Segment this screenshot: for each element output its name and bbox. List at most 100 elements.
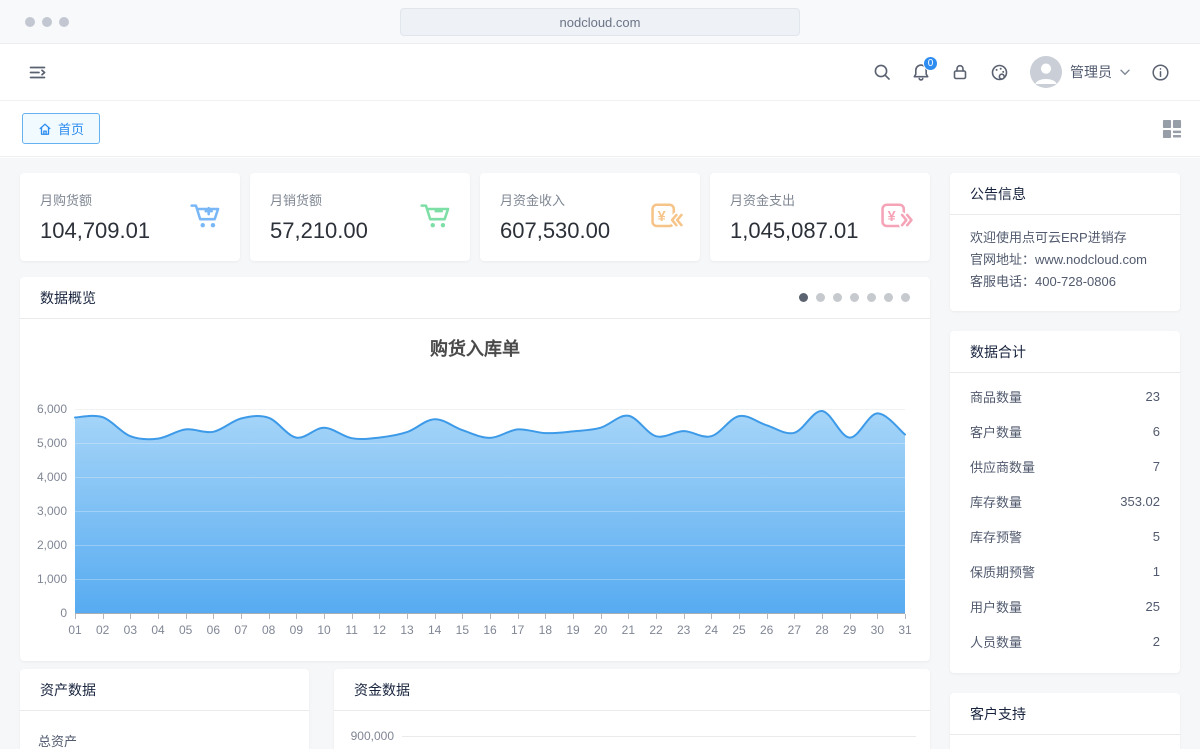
- chart-title: 购货入库单: [20, 335, 930, 361]
- cart-minus-icon: [420, 201, 454, 237]
- x-axis-tick-label: 24: [705, 623, 718, 637]
- window-control-dots: [25, 17, 69, 27]
- x-axis-tick-label: 07: [234, 623, 247, 637]
- x-axis-tick-label: 14: [428, 623, 441, 637]
- stat-card: 月资金收入607,530.00¥: [480, 173, 700, 261]
- overview-pager-dot[interactable]: [867, 293, 876, 302]
- notice-line: 官网地址：www.nodcloud.com: [970, 249, 1160, 271]
- x-axis-tick-label: 11: [345, 623, 357, 637]
- x-axis-tick-label: 08: [262, 623, 275, 637]
- x-axis-tick-label: 17: [511, 623, 524, 637]
- y-axis-tick-label: 2,000: [20, 538, 67, 552]
- notice-line: 欢迎使用点可云ERP进销存: [970, 227, 1160, 249]
- search-icon[interactable]: [873, 63, 891, 81]
- fund-chart-gridline: [402, 736, 916, 737]
- menu-unfold-icon[interactable]: [28, 63, 47, 82]
- user-menu[interactable]: 管理员: [1030, 56, 1130, 88]
- purchase-area-chart: [75, 409, 905, 613]
- notice-line: 客服电话：400-728-0806: [970, 271, 1160, 293]
- chevron-down-icon: [1120, 69, 1130, 76]
- summary-row-value: 353.02: [1120, 494, 1160, 509]
- x-axis-tick-label: 16: [483, 623, 496, 637]
- notice-panel-title: 公告信息: [970, 184, 1026, 204]
- x-axis-tick-label: 15: [456, 623, 469, 637]
- summary-row-label: 供应商数量: [970, 457, 1035, 476]
- summary-row: 库存预警5: [950, 519, 1180, 554]
- overview-pager-dot[interactable]: [884, 293, 893, 302]
- x-axis-tick-label: 20: [594, 623, 607, 637]
- overview-pager-dot[interactable]: [799, 293, 808, 302]
- home-icon: [38, 122, 52, 136]
- summary-row: 商品数量23: [950, 379, 1180, 414]
- avatar: [1030, 56, 1062, 88]
- stat-card: 月销货额57,210.00: [250, 173, 470, 261]
- x-axis-tick-label: 13: [400, 623, 413, 637]
- x-axis-tick-label: 09: [290, 623, 303, 637]
- stat-card: 月资金支出1,045,087.01¥: [710, 173, 930, 261]
- x-axis-tick-label: 03: [124, 623, 137, 637]
- fund-chart-y-tick: 900,000: [348, 729, 394, 743]
- user-name: 管理员: [1070, 62, 1112, 82]
- tab-home-label: 首页: [58, 119, 84, 138]
- y-axis-tick-label: 6,000: [20, 402, 67, 416]
- x-axis-tick-label: 05: [179, 623, 192, 637]
- y-axis-tick-label: 3,000: [20, 504, 67, 518]
- summary-row-label: 客户数量: [970, 422, 1022, 441]
- summary-row-value: 6: [1153, 424, 1160, 439]
- main-content: 月购货额104,709.01月销货额57,210.00月资金收入607,530.…: [0, 158, 1200, 749]
- x-axis-tick-label: 06: [207, 623, 220, 637]
- overview-pager: [799, 293, 910, 302]
- address-bar[interactable]: nodcloud.com: [400, 8, 800, 36]
- notice-panel: 公告信息 欢迎使用点可云ERP进销存官网地址：www.nodcloud.com客…: [950, 173, 1180, 311]
- x-axis-tick-label: 12: [373, 623, 386, 637]
- summary-row-value: 1: [1153, 564, 1160, 579]
- fund-panel: 资金数据 900,000: [334, 669, 930, 749]
- summary-row-label: 商品数量: [970, 387, 1022, 406]
- x-axis-tick-label: 22: [649, 623, 662, 637]
- y-axis-tick-label: 0: [20, 606, 67, 620]
- summary-row: 保质期预警 1: [950, 554, 1180, 589]
- x-axis-tick-label: 23: [677, 623, 690, 637]
- summary-row-label: 保质期预警: [970, 562, 1035, 581]
- support-panel-title: 客户支持: [970, 704, 1026, 724]
- layout-grid-icon[interactable]: [1162, 119, 1182, 139]
- data-summary-panel: 数据合计 商品数量23客户数量6供应商数量7库存数量353.02库存预警5保质期…: [950, 331, 1180, 673]
- summary-row: 库存数量353.02: [950, 484, 1180, 519]
- summary-row-label: 用户数量: [970, 597, 1022, 616]
- summary-row: 客户数量 6: [950, 414, 1180, 449]
- asset-panel: 资产数据 总资产: [20, 669, 309, 749]
- lock-icon[interactable]: [951, 63, 969, 81]
- summary-row-value: 5: [1153, 529, 1160, 544]
- x-axis-tick-label: 02: [96, 623, 109, 637]
- notice-body: 欢迎使用点可云ERP进销存官网地址：www.nodcloud.com客服电话：4…: [950, 215, 1180, 305]
- x-axis-tick-label: 21: [622, 623, 635, 637]
- x-axis-tick-label: 10: [317, 623, 330, 637]
- summary-row-label: 人员数量: [970, 632, 1022, 651]
- summary-row-value: 2: [1153, 634, 1160, 649]
- stat-card-row: 月购货额104,709.01月销货额57,210.00月资金收入607,530.…: [20, 173, 930, 261]
- overview-pager-dot[interactable]: [816, 293, 825, 302]
- summary-row: 供应商数量7: [950, 449, 1180, 484]
- x-axis-tick-label: 25: [732, 623, 745, 637]
- x-axis-tick-label: 31: [898, 623, 911, 637]
- app-header: 0 管理员: [0, 44, 1200, 101]
- overview-pager-dot[interactable]: [833, 293, 842, 302]
- summary-row: 用户数量25: [950, 589, 1180, 624]
- data-summary-title: 数据合计: [970, 342, 1026, 362]
- x-axis-tick-label: 27: [788, 623, 801, 637]
- tab-home[interactable]: 首页: [22, 113, 100, 144]
- summary-row: 人员数量 2: [950, 624, 1180, 659]
- info-icon[interactable]: [1151, 63, 1170, 82]
- overview-pager-dot[interactable]: [901, 293, 910, 302]
- tab-bar: 首页: [0, 101, 1200, 157]
- support-panel: 客户支持: [950, 693, 1180, 749]
- notifications-bell-icon[interactable]: 0: [912, 63, 930, 81]
- asset-item-label: 总资产: [20, 711, 309, 749]
- yuan-in-icon: ¥: [650, 201, 684, 237]
- cart-plus-icon: [190, 201, 224, 237]
- theme-palette-icon[interactable]: [990, 63, 1009, 82]
- x-axis-tick-label: 30: [871, 623, 884, 637]
- notification-badge: 0: [923, 56, 938, 71]
- overview-pager-dot[interactable]: [850, 293, 859, 302]
- x-axis-tick-label: 26: [760, 623, 773, 637]
